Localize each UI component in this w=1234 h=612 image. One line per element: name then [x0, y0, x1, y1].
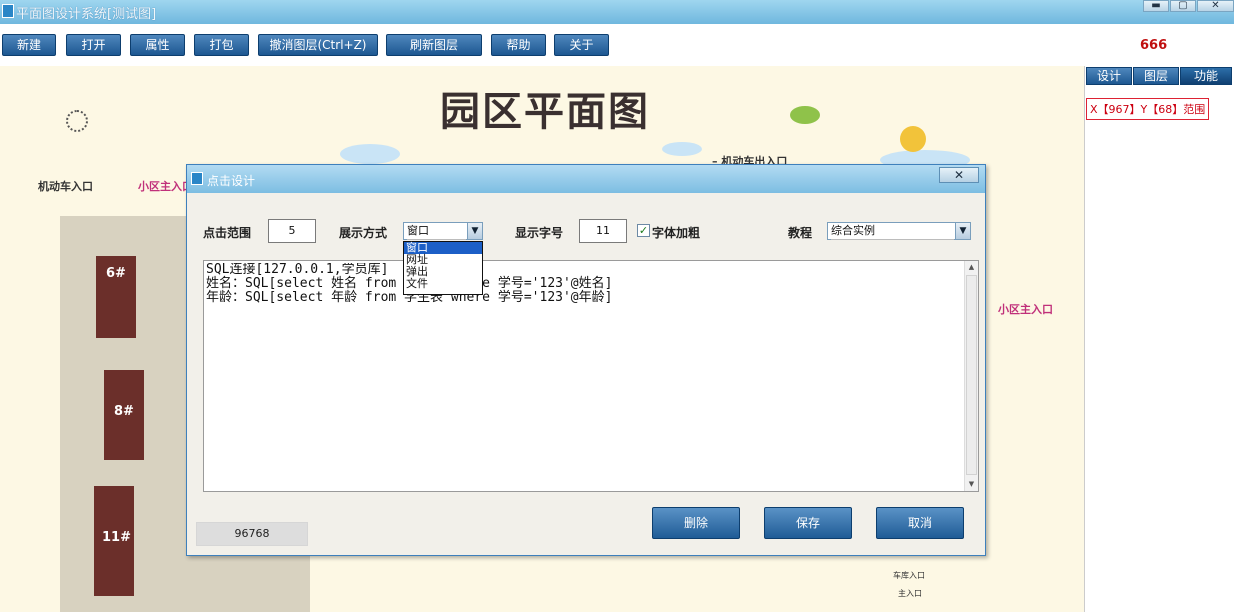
- properties-button[interactable]: 属性: [130, 34, 185, 56]
- dialog-title: 点击设计: [207, 174, 256, 188]
- window-title: 平面图设计系统[测试图]: [16, 7, 157, 22]
- dropdown-option-file[interactable]: 文件: [404, 278, 482, 290]
- editor-scrollbar[interactable]: ▲ ▼: [964, 261, 978, 491]
- building-8-label: 8#: [114, 404, 134, 419]
- window-titlebar: 平面图设计系统[测试图] ▬ ▢ ✕: [0, 0, 1234, 24]
- cloud-icon: [340, 144, 400, 164]
- legend-item-2: 主入口: [898, 589, 922, 598]
- font-size-label: 显示字号: [515, 226, 564, 240]
- display-mode-label: 展示方式: [339, 226, 388, 240]
- app-icon: [2, 4, 14, 18]
- map-title: 园区平面图: [440, 88, 650, 135]
- bold-checkbox[interactable]: ✓: [637, 224, 650, 237]
- building-11[interactable]: 11#: [94, 486, 134, 596]
- about-button[interactable]: 关于: [554, 34, 609, 56]
- sun-icon: [900, 126, 926, 152]
- chevron-down-icon[interactable]: ▼: [467, 223, 482, 239]
- font-size-input[interactable]: 11: [579, 219, 627, 243]
- refresh-layer-button[interactable]: 刷新图层: [386, 34, 482, 56]
- tutorial-label: 教程: [788, 226, 813, 240]
- residential-entrance-right-label: 小区主入口: [998, 303, 1053, 316]
- compass-icon: [66, 110, 88, 132]
- click-design-dialog: 点击设计 ✕ 点击范围 5 展示方式 窗口 ▼ 窗口 网址 弹出 文件 显示字号…: [186, 164, 986, 556]
- building-11-label: 11#: [102, 530, 131, 545]
- delete-button[interactable]: 删除: [652, 507, 740, 539]
- display-mode-value: 窗口: [407, 223, 466, 240]
- save-button[interactable]: 保存: [764, 507, 852, 539]
- cloud-icon: [662, 142, 702, 156]
- script-editor[interactable]: SQL连接[127.0.0.1,学员库] 姓名：SQL[select 姓名 fr…: [203, 260, 979, 492]
- range-label: 点击范围: [203, 226, 252, 240]
- dialog-titlebar: 点击设计 ✕: [187, 165, 985, 193]
- coord-readout: X【967】Y【68】范围: [1086, 98, 1210, 120]
- display-mode-select[interactable]: 窗口 ▼: [403, 222, 483, 240]
- building-6-label: 6#: [106, 266, 126, 281]
- tutorial-select[interactable]: 综合实例 ▼: [827, 222, 971, 240]
- open-button[interactable]: 打开: [66, 34, 121, 56]
- range-input[interactable]: 5: [268, 219, 316, 243]
- scroll-down-icon[interactable]: ▼: [965, 478, 978, 491]
- tutorial-value: 综合实例: [831, 223, 954, 240]
- bold-label: 字体加粗: [652, 226, 701, 240]
- script-editor-text[interactable]: SQL连接[127.0.0.1,学员库] 姓名：SQL[select 姓名 fr…: [206, 263, 962, 489]
- building-8[interactable]: 8#: [104, 370, 144, 460]
- close-window-button[interactable]: ✕: [1197, 0, 1234, 12]
- pack-button[interactable]: 打包: [194, 34, 249, 56]
- tab-function[interactable]: 功能: [1180, 67, 1232, 85]
- legend-item-1: 车库入口: [893, 571, 925, 580]
- dialog-close-button[interactable]: ✕: [939, 167, 979, 183]
- display-mode-dropdown: 窗口 网址 弹出 文件: [403, 241, 483, 295]
- maximize-button[interactable]: ▢: [1170, 0, 1196, 12]
- residential-entrance-left-label: 小区主入口: [138, 180, 193, 193]
- minimize-button[interactable]: ▬: [1143, 0, 1169, 12]
- main-toolbar: 新建 打开 属性 打包 撤消图层(Ctrl+Z) 刷新图层 帮助 关于 666: [0, 24, 1234, 66]
- tab-design[interactable]: 设计: [1086, 67, 1132, 85]
- chevron-down-icon[interactable]: ▼: [955, 223, 970, 239]
- cancel-button[interactable]: 取消: [876, 507, 964, 539]
- counter-label: 666: [1140, 38, 1168, 53]
- tree-icon: [790, 106, 820, 124]
- building-6[interactable]: 6#: [96, 256, 136, 338]
- help-button[interactable]: 帮助: [491, 34, 546, 56]
- right-panel: 设计 图层 功能 X【967】Y【68】范围: [1084, 66, 1234, 612]
- scroll-thumb[interactable]: [966, 275, 977, 475]
- dialog-app-icon: [191, 172, 203, 185]
- vehicle-entrance-label: 机动车入口: [38, 180, 93, 193]
- new-button[interactable]: 新建: [2, 34, 56, 56]
- undo-layer-button[interactable]: 撤消图层(Ctrl+Z): [258, 34, 378, 56]
- tab-layers[interactable]: 图层: [1133, 67, 1179, 85]
- scroll-up-icon[interactable]: ▲: [965, 261, 978, 274]
- status-box: 96768: [196, 522, 308, 546]
